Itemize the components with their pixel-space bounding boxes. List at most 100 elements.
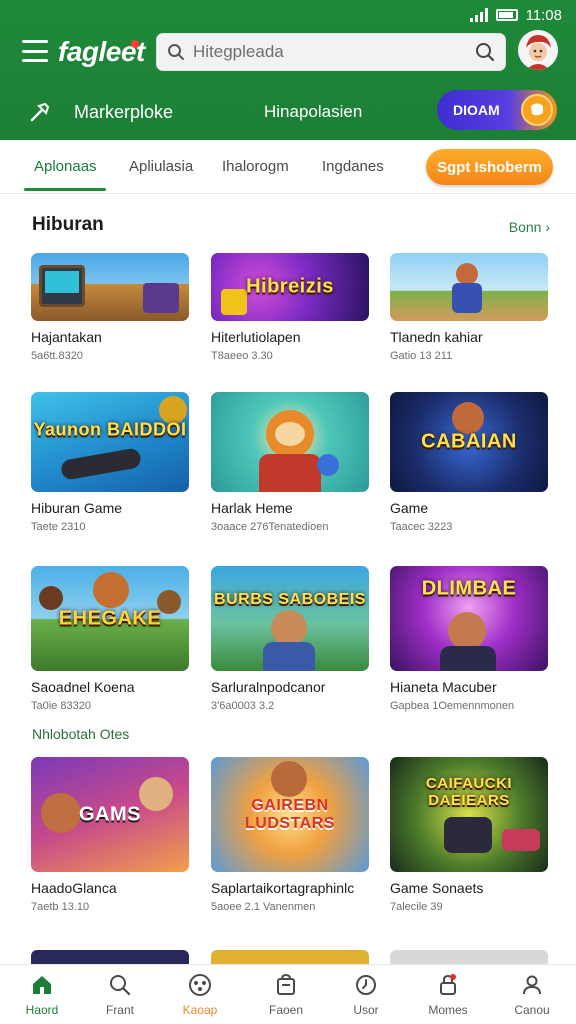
nav-home[interactable]: Haord [6, 973, 78, 1017]
game-thumbnail: CAIFAUCKI DAEIEARS [390, 757, 548, 872]
toggle-knob-icon [521, 94, 553, 126]
game-art-title: EHEGAKE [58, 607, 162, 629]
gamepad-icon [189, 974, 211, 996]
see-all-label: Bonn [508, 219, 542, 235]
game-meta: 3oaace 276Tenatedioen [211, 521, 329, 533]
game-meta: Gatio 13 211 [390, 350, 453, 362]
game-title: Saplartaikortagraphinlc [211, 880, 355, 896]
category-tabs: Aplonaas Apliulasia Ihalorogm Ingdanes S… [0, 140, 576, 194]
game-card[interactable]: Yaunon BAIDDOI Hiburan Game Taete 2310 [31, 392, 189, 533]
game-art-title: CABAIAN [421, 430, 517, 453]
nav-games[interactable]: Kaoap [164, 973, 236, 1017]
game-thumbnail: Yaunon BAIDDOI [31, 392, 189, 492]
game-title: Sarluralnpodcanor [211, 679, 326, 695]
game-thumbnail: GAIREBN LUDSTARS [211, 757, 369, 872]
tab-applications[interactable]: Apliulasia [129, 158, 193, 175]
logo-dot [131, 40, 139, 48]
game-title: Saoadnel Koena [31, 679, 135, 695]
profile-icon [523, 975, 541, 995]
active-tab-indicator [24, 188, 106, 191]
lock-icon [440, 974, 456, 995]
game-card-peek[interactable] [211, 950, 369, 964]
marketplace-link[interactable]: Markerploke [74, 102, 173, 123]
game-title: Hianeta Macuber [390, 679, 497, 695]
game-title: Harlak Heme [211, 500, 293, 516]
game-art-title: GAIREBN LUDSTARS [245, 796, 335, 832]
app-header: 11:08 fagleet Markerploke Hinap [0, 0, 576, 140]
status-bar: 11:08 [469, 6, 562, 24]
tab-updates[interactable]: Ingdanes [322, 158, 384, 175]
game-title: Tlanedn kahiar [390, 329, 483, 345]
secondary-link[interactable]: Hinapolasien [264, 102, 362, 122]
shopping-bag-icon [277, 973, 295, 995]
status-time: 11:08 [525, 6, 562, 24]
game-card[interactable]: Harlak Heme 3oaace 276Tenatedioen [211, 392, 369, 533]
game-card[interactable]: Tlanedn kahiar Gatio 13 211 [390, 253, 548, 362]
game-thumbnail: BURBS SABOBEIS [211, 566, 369, 671]
game-thumbnail: Hibreizis [211, 253, 369, 321]
game-art-title: Yaunon BAIDDOI [33, 419, 187, 440]
home-icon [33, 976, 51, 994]
search-icon [168, 44, 184, 60]
game-meta: Taacec 3223 [390, 521, 453, 533]
nav-store-label: Faoen [268, 1003, 304, 1017]
game-card[interactable]: EHEGAKE Saoadnel Koena Ta0ie 83320 [31, 566, 189, 712]
tab-catalog[interactable]: Ihalorogm [222, 158, 289, 175]
mode-toggle[interactable]: DIOAM [437, 90, 557, 130]
game-thumbnail [211, 392, 369, 492]
hammer-icon[interactable] [28, 100, 52, 124]
nav-home-label: Haord [25, 1003, 59, 1017]
game-card[interactable]: CAIFAUCKI DAEIEARS Game Sonaets 7alecile… [390, 757, 548, 913]
bottom-navigation: Haord Frant Kaoap Faoen Usor Momes Canou [0, 964, 576, 1024]
nav-messages-label: Momes [428, 1003, 468, 1017]
search-submit-icon[interactable] [475, 42, 495, 62]
game-card-peek[interactable] [31, 950, 189, 964]
game-title: Hiterlutiolapen [211, 329, 301, 345]
game-thumbnail: EHEGAKE [31, 566, 189, 671]
game-meta: 7alecile 39 [390, 901, 443, 913]
tab-apps[interactable]: Aplonaas [34, 158, 97, 175]
search-bar[interactable] [156, 33, 506, 71]
nav-messages[interactable]: Momes [412, 973, 484, 1017]
menu-icon[interactable] [22, 40, 48, 62]
game-title: Hiburan Game [31, 500, 123, 516]
game-title: Hajantakan [31, 329, 102, 345]
game-meta: 7aetb 13.10 [31, 901, 90, 913]
top-bar: fagleet [0, 28, 576, 78]
game-meta: Ta0ie 83320 [31, 700, 91, 712]
nav-store[interactable]: Faoen [250, 973, 322, 1017]
game-meta: 5aoee 2.1 Vanenmen [211, 901, 316, 913]
user-avatar[interactable] [518, 30, 558, 70]
game-card[interactable]: CABAIAN Game Taacec 3223 [390, 392, 548, 533]
game-card[interactable]: BURBS SABOBEIS Sarluralnpodcanor 3'6a000… [211, 566, 369, 712]
game-card[interactable]: GAIREBN LUDSTARS Saplartaikortagraphinlc… [211, 757, 369, 913]
nav-activity[interactable]: Usor [330, 973, 402, 1017]
game-art-title: DLIMBAE [421, 577, 517, 600]
battery-icon [495, 9, 518, 21]
game-card[interactable]: Hibreizis Hiterlutiolapen T8aeeo 3.30 [211, 253, 369, 362]
nav-search[interactable]: Frant [84, 973, 156, 1017]
signal-icon [469, 8, 488, 22]
game-title: HaadoGlanca [31, 880, 117, 896]
game-thumbnail: DLIMBAE [390, 566, 548, 671]
subsection-title: Nhlobotah Otes [32, 726, 130, 742]
game-art-title: CAIFAUCKI DAEIEARS [425, 774, 513, 809]
nav-profile[interactable]: Canou [496, 973, 568, 1017]
chevron-right-icon: › [545, 219, 550, 235]
see-all-link[interactable]: Bonn › [509, 219, 550, 235]
mode-toggle-label: DIOAM [453, 102, 500, 118]
game-art-title: BURBS SABOBEIS [214, 590, 366, 608]
nav-activity-label: Usor [353, 1003, 379, 1017]
game-thumbnail [31, 253, 189, 321]
game-meta: T8aeeo 3.30 [211, 350, 273, 362]
game-meta: 5a6tt.8320 [31, 350, 83, 362]
game-card[interactable]: GAMS HaadoGlanca 7aetb 13.10 [31, 757, 189, 913]
shop-button[interactable]: Sgpt Ishoberm [426, 149, 553, 185]
game-card-peek[interactable] [390, 950, 548, 964]
search-icon [110, 975, 131, 996]
nav-search-label: Frant [105, 1003, 134, 1017]
game-card[interactable]: DLIMBAE Hianeta Macuber Gapbea 1Oemennmo… [390, 566, 548, 712]
game-card[interactable]: Hajantakan 5a6tt.8320 [31, 253, 189, 362]
nav-games-label: Kaoap [182, 1003, 218, 1017]
search-input[interactable] [193, 42, 467, 62]
